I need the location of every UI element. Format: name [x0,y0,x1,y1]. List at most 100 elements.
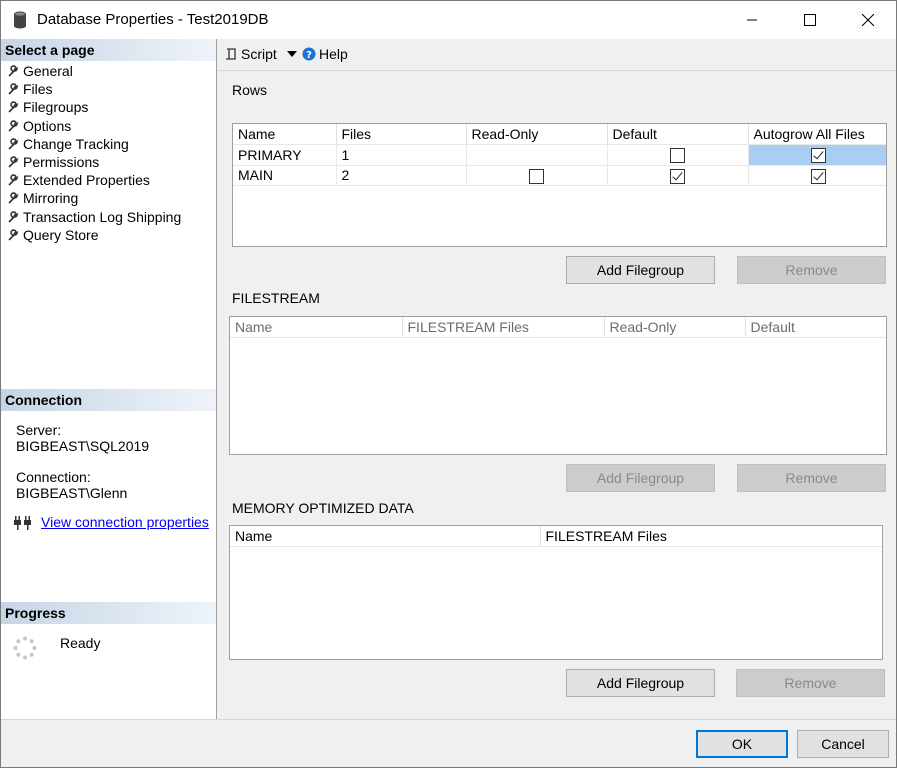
column-header-filestream-files[interactable]: FILESTREAM Files [402,317,605,338]
progress-status: Ready [60,635,101,651]
filestream-filegroups-grid: Name FILESTREAM Files Read-Only Default [229,316,887,455]
cell-read-only [466,165,608,186]
sidebar-item-label: Query Store [23,226,99,243]
sidebar-item-permissions[interactable]: Permissions [7,153,181,171]
column-header-files[interactable]: Files [336,124,467,145]
page-list: General Files Filegroups Options Change … [7,62,181,244]
connection-label: Connection: [16,469,91,485]
view-connection-properties-link[interactable]: View connection properties [41,514,209,530]
grid-header-row: Name Files Read-Only Default Autogrow Al… [233,124,886,145]
grid-header-row: Name FILESTREAM Files [230,526,882,547]
wrench-icon [8,229,19,241]
script-icon [226,48,236,60]
filestream-add-filegroup-button[interactable]: Add Filegroup [566,464,715,492]
cell-autogrow [748,165,886,186]
column-header-filestream-files[interactable]: FILESTREAM Files [540,526,882,547]
svg-text:?: ? [306,50,312,61]
cell-files[interactable]: 2 [336,165,467,186]
sidebar-item-transaction-log-shipping[interactable]: Transaction Log Shipping [7,208,181,226]
database-properties-dialog: Database Properties - Test2019DB Select … [0,0,897,768]
filestream-section-label: FILESTREAM [232,290,320,306]
sidebar-item-options[interactable]: Options [7,117,181,135]
column-header-autogrow[interactable]: Autogrow All Files [748,124,886,145]
cell-default [607,144,749,166]
sidebar-item-label: General [23,63,73,80]
server-label: Server: [16,422,62,438]
sidebar: Select a page General Files Filegroups O… [1,39,217,719]
rows-remove-button[interactable]: Remove [737,256,886,284]
wrench-icon [8,156,19,168]
grid-header-row: Name FILESTREAM Files Read-Only Default [230,317,886,338]
minimize-button[interactable] [729,1,775,39]
maximize-button[interactable] [787,1,833,39]
memory-remove-button[interactable]: Remove [736,669,885,697]
script-label: Script [241,46,277,62]
cell-read-only [466,144,608,166]
main-panel: Script ? Help Rows Name Files Read-Only … [218,39,896,719]
default-checkbox[interactable] [670,168,685,184]
read-only-checkbox[interactable] [529,168,544,184]
sidebar-item-general[interactable]: General [7,62,181,80]
sidebar-item-label: Extended Properties [23,172,150,189]
help-button[interactable]: ? Help [302,46,348,62]
close-button[interactable] [845,1,891,39]
wrench-icon [8,210,19,223]
cell-autogrow [748,144,886,166]
default-checkbox[interactable] [670,148,685,164]
select-page-header: Select a page [1,39,216,61]
table-row[interactable]: PRIMARY 1 [233,144,886,166]
sidebar-item-query-store[interactable]: Query Store [7,226,181,244]
ok-button[interactable]: OK [696,730,788,758]
memory-add-filegroup-button[interactable]: Add Filegroup [566,669,715,697]
memory-optimized-section-label: MEMORY OPTIMIZED DATA [232,500,414,516]
wrench-icon [8,83,19,95]
column-header-name[interactable]: Name [230,526,541,547]
column-header-read-only[interactable]: Read-Only [604,317,746,338]
wrench-icon [8,138,19,150]
close-icon [862,14,874,26]
sidebar-item-extended-properties[interactable]: Extended Properties [7,171,181,189]
autogrow-checkbox[interactable] [810,148,826,164]
cell-files[interactable]: 1 [336,144,467,166]
sidebar-item-files[interactable]: Files [7,80,181,98]
wrench-icon [8,65,19,77]
autogrow-checkbox[interactable] [810,168,826,184]
memory-optimized-grid: Name FILESTREAM Files [229,525,883,660]
column-header-default[interactable]: Default [607,124,749,145]
filestream-remove-button[interactable]: Remove [737,464,886,492]
toolbar: Script ? Help [218,39,896,71]
connection-plug-icon [14,516,31,530]
sidebar-item-label: Filegroups [23,98,89,117]
table-row[interactable]: MAIN 2 [233,165,886,186]
wrench-icon [8,101,19,114]
sidebar-item-label: Transaction Log Shipping [23,208,182,225]
cancel-button[interactable]: Cancel [797,730,889,758]
wrench-icon [8,174,19,186]
sidebar-item-label: Options [23,117,72,134]
dropdown-arrow-icon [286,51,297,57]
help-label: Help [319,46,348,62]
progress-spinner-icon [13,636,37,660]
help-icon: ? [302,47,316,61]
window-title: Database Properties - Test2019DB [37,11,269,28]
cell-name[interactable]: PRIMARY [233,144,337,166]
server-value: BIGBEAST\SQL2019 [16,438,150,454]
cell-name[interactable]: MAIN [233,165,337,186]
maximize-icon [804,14,816,26]
sidebar-item-change-tracking[interactable]: Change Tracking [7,135,181,153]
title-bar: Database Properties - Test2019DB [1,1,896,39]
rows-filegroups-grid: Name Files Read-Only Default Autogrow Al… [232,123,887,247]
column-header-read-only[interactable]: Read-Only [466,124,608,145]
wrench-icon [8,119,19,132]
column-header-default[interactable]: Default [745,317,886,338]
rows-add-filegroup-button[interactable]: Add Filegroup [566,256,715,284]
sidebar-item-filegroups[interactable]: Filegroups [7,98,181,117]
column-header-name[interactable]: Name [233,124,337,145]
script-button[interactable]: Script [224,46,299,62]
progress-header: Progress [1,602,216,624]
sidebar-item-mirroring[interactable]: Mirroring [7,189,181,207]
cell-default [607,165,749,186]
column-header-name[interactable]: Name [230,317,403,338]
minimize-icon [747,19,757,21]
sidebar-item-label: Files [23,81,53,98]
